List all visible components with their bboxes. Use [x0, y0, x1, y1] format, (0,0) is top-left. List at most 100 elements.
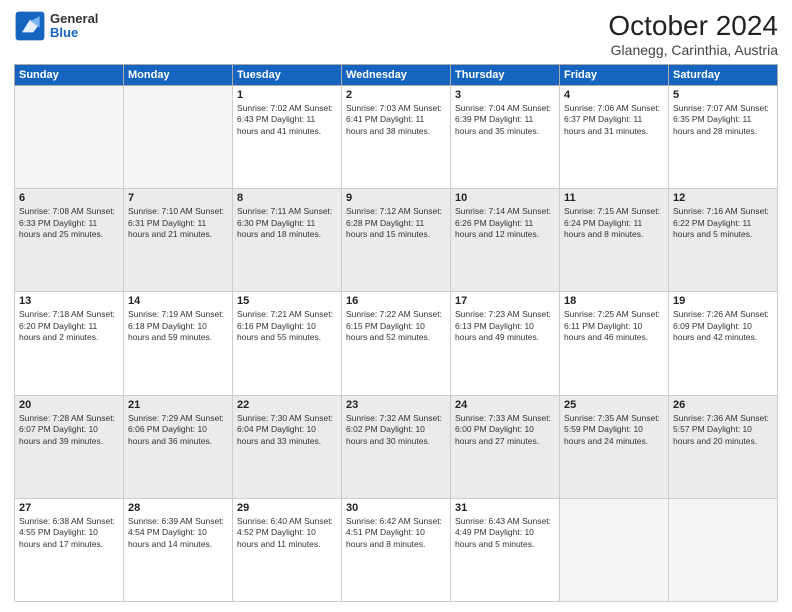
table-row: 31 Sunrise: 6:43 AM Sunset: 4:49 PM Dayli… [451, 498, 560, 601]
day-number: 20 [19, 399, 119, 411]
table-row: 1 Sunrise: 7:02 AM Sunset: 6:43 PM Daylig… [233, 86, 342, 189]
day-number: 25 [564, 399, 664, 411]
day-number: 9 [346, 192, 446, 204]
logo: General Blue [14, 10, 98, 42]
day-number: 18 [564, 295, 664, 307]
table-row [560, 498, 669, 601]
table-row: 2Sunrise: 7:03 AM Sunset: 6:41 PM Daylig… [342, 86, 451, 189]
day-info: Sunrise: 6:40 AM Sunset: 4:52 PM Dayligh… [237, 516, 337, 550]
col-friday: Friday [560, 65, 669, 86]
day-number: 31 [455, 502, 555, 514]
table-row: 4 Sunrise: 7:06 AM Sunset: 6:37 PM Daylig… [560, 86, 669, 189]
table-row: 8 Sunrise: 7:11 AM Sunset: 6:30 PM Daylig… [233, 189, 342, 292]
table-row: 22 Sunrise: 7:30 AM Sunset: 6:04 PM Dayli… [233, 395, 342, 498]
logo-general: General [50, 12, 98, 26]
table-row: 6 Sunrise: 7:08 AM Sunset: 6:33 PM Daylig… [15, 189, 124, 292]
table-row [15, 86, 124, 189]
day-number: 29 [237, 502, 337, 514]
day-number: 10 [455, 192, 555, 204]
day-number: 11 [564, 192, 664, 204]
day-info: Sunrise: 7:28 AM Sunset: 6:07 PM Dayligh… [19, 413, 119, 447]
day-number: 7 [128, 192, 228, 204]
day-number: 12 [673, 192, 773, 204]
table-row: 25 Sunrise: 7:35 AM Sunset: 5:59 PM Dayli… [560, 395, 669, 498]
day-number: 28 [128, 502, 228, 514]
calendar-header-row: Sunday Monday Tuesday Wednesday Thursday… [15, 65, 778, 86]
month-year-title: October 2024 [608, 10, 778, 42]
table-row: 26Sunrise: 7:36 AM Sunset: 5:57 PM Dayli… [669, 395, 778, 498]
day-number: 2 [346, 89, 446, 101]
day-info: Sunrise: 7:12 AM Sunset: 6:28 PM Dayligh… [346, 206, 446, 240]
day-info: Sunrise: 7:02 AM Sunset: 6:43 PM Dayligh… [237, 103, 337, 137]
table-row [124, 86, 233, 189]
table-row: 18Sunrise: 7:25 AM Sunset: 6:11 PM Dayli… [560, 292, 669, 395]
day-number: 19 [673, 295, 773, 307]
calendar-week-row: 13Sunrise: 7:18 AM Sunset: 6:20 PM Dayli… [15, 292, 778, 395]
table-row: 13Sunrise: 7:18 AM Sunset: 6:20 PM Dayli… [15, 292, 124, 395]
day-number: 21 [128, 399, 228, 411]
logo-icon [14, 10, 46, 42]
col-tuesday: Tuesday [233, 65, 342, 86]
day-info: Sunrise: 7:04 AM Sunset: 6:39 PM Dayligh… [455, 103, 555, 137]
day-number: 8 [237, 192, 337, 204]
day-info: Sunrise: 7:11 AM Sunset: 6:30 PM Dayligh… [237, 206, 337, 240]
page: General Blue October 2024 Glanegg, Carin… [0, 0, 792, 612]
day-number: 15 [237, 295, 337, 307]
day-number: 27 [19, 502, 119, 514]
table-row: 7Sunrise: 7:10 AM Sunset: 6:31 PM Daylig… [124, 189, 233, 292]
table-row: 23 Sunrise: 7:32 AM Sunset: 6:02 PM Dayli… [342, 395, 451, 498]
table-row: 5Sunrise: 7:07 AM Sunset: 6:35 PM Daylig… [669, 86, 778, 189]
day-info: Sunrise: 7:16 AM Sunset: 6:22 PM Dayligh… [673, 206, 773, 240]
table-row: 19 Sunrise: 7:26 AM Sunset: 6:09 PM Dayli… [669, 292, 778, 395]
table-row: 10 Sunrise: 7:14 AM Sunset: 6:26 PM Dayli… [451, 189, 560, 292]
table-row: 24 Sunrise: 7:33 AM Sunset: 6:00 PM Dayli… [451, 395, 560, 498]
day-number: 16 [346, 295, 446, 307]
day-info: Sunrise: 7:22 AM Sunset: 6:15 PM Dayligh… [346, 309, 446, 343]
col-thursday: Thursday [451, 65, 560, 86]
calendar-week-row: 20 Sunrise: 7:28 AM Sunset: 6:07 PM Dayli… [15, 395, 778, 498]
day-info: Sunrise: 7:23 AM Sunset: 6:13 PM Dayligh… [455, 309, 555, 343]
col-monday: Monday [124, 65, 233, 86]
table-row [669, 498, 778, 601]
table-row: 20 Sunrise: 7:28 AM Sunset: 6:07 PM Dayli… [15, 395, 124, 498]
table-row: 12 Sunrise: 7:16 AM Sunset: 6:22 PM Dayli… [669, 189, 778, 292]
day-info: Sunrise: 7:08 AM Sunset: 6:33 PM Dayligh… [19, 206, 119, 240]
header: General Blue October 2024 Glanegg, Carin… [14, 10, 778, 58]
table-row: 16 Sunrise: 7:22 AM Sunset: 6:15 PM Dayli… [342, 292, 451, 395]
col-saturday: Saturday [669, 65, 778, 86]
day-number: 1 [237, 89, 337, 101]
day-number: 23 [346, 399, 446, 411]
day-info: Sunrise: 6:42 AM Sunset: 4:51 PM Dayligh… [346, 516, 446, 550]
day-info: Sunrise: 7:30 AM Sunset: 6:04 PM Dayligh… [237, 413, 337, 447]
table-row: 3 Sunrise: 7:04 AM Sunset: 6:39 PM Daylig… [451, 86, 560, 189]
col-wednesday: Wednesday [342, 65, 451, 86]
day-info: Sunrise: 7:33 AM Sunset: 6:00 PM Dayligh… [455, 413, 555, 447]
col-sunday: Sunday [15, 65, 124, 86]
day-info: Sunrise: 7:19 AM Sunset: 6:18 PM Dayligh… [128, 309, 228, 343]
day-number: 3 [455, 89, 555, 101]
day-number: 4 [564, 89, 664, 101]
day-info: Sunrise: 6:38 AM Sunset: 4:55 PM Dayligh… [19, 516, 119, 550]
day-number: 26 [673, 399, 773, 411]
day-info: Sunrise: 7:14 AM Sunset: 6:26 PM Dayligh… [455, 206, 555, 240]
table-row: 27 Sunrise: 6:38 AM Sunset: 4:55 PM Dayli… [15, 498, 124, 601]
day-info: Sunrise: 6:39 AM Sunset: 4:54 PM Dayligh… [128, 516, 228, 550]
table-row: 30 Sunrise: 6:42 AM Sunset: 4:51 PM Dayli… [342, 498, 451, 601]
table-row: 15 Sunrise: 7:21 AM Sunset: 6:16 PM Dayli… [233, 292, 342, 395]
day-info: Sunrise: 7:32 AM Sunset: 6:02 PM Dayligh… [346, 413, 446, 447]
day-info: Sunrise: 7:21 AM Sunset: 6:16 PM Dayligh… [237, 309, 337, 343]
day-number: 24 [455, 399, 555, 411]
day-info: Sunrise: 7:18 AM Sunset: 6:20 PM Dayligh… [19, 309, 119, 343]
day-info: Sunrise: 7:35 AM Sunset: 5:59 PM Dayligh… [564, 413, 664, 447]
day-number: 30 [346, 502, 446, 514]
table-row: 14Sunrise: 7:19 AM Sunset: 6:18 PM Dayli… [124, 292, 233, 395]
day-info: Sunrise: 7:06 AM Sunset: 6:37 PM Dayligh… [564, 103, 664, 137]
day-info: Sunrise: 6:43 AM Sunset: 4:49 PM Dayligh… [455, 516, 555, 550]
day-number: 6 [19, 192, 119, 204]
table-row: 9 Sunrise: 7:12 AM Sunset: 6:28 PM Daylig… [342, 189, 451, 292]
day-number: 22 [237, 399, 337, 411]
location-title: Glanegg, Carinthia, Austria [608, 42, 778, 58]
logo-text: General Blue [50, 12, 98, 41]
table-row: 11Sunrise: 7:15 AM Sunset: 6:24 PM Dayli… [560, 189, 669, 292]
day-info: Sunrise: 7:26 AM Sunset: 6:09 PM Dayligh… [673, 309, 773, 343]
